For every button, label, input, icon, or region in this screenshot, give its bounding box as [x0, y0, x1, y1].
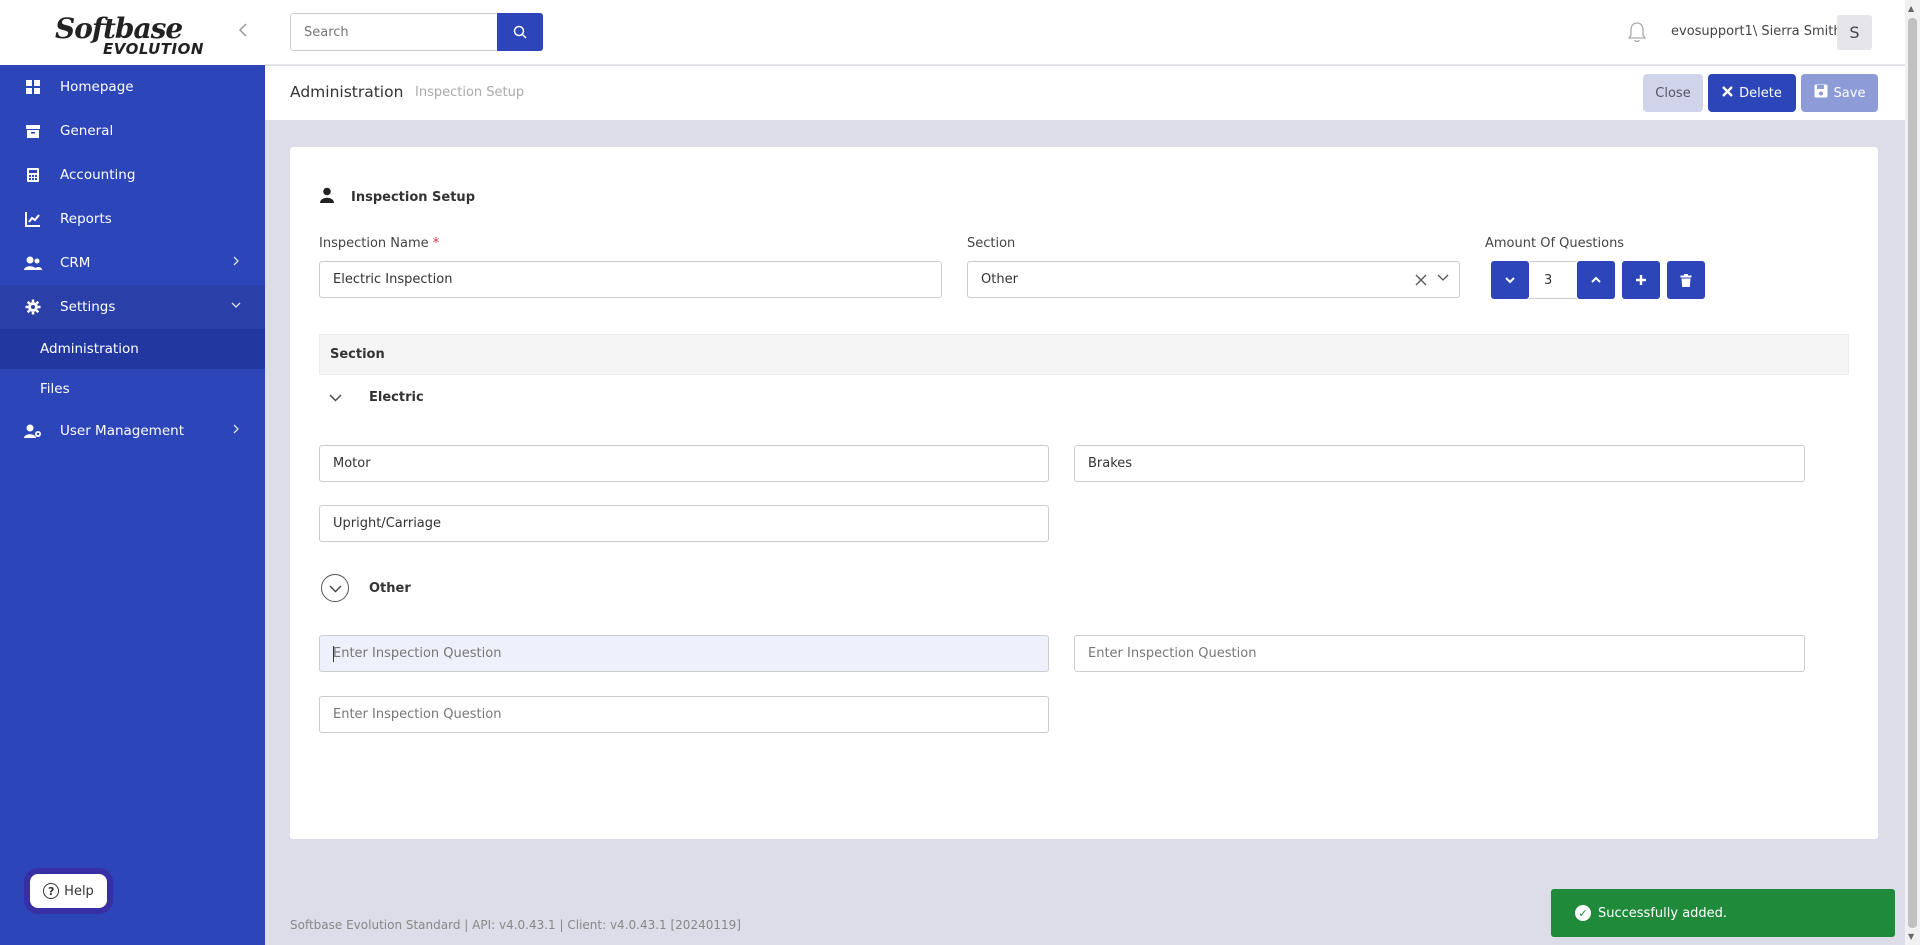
increment-button[interactable] [1577, 261, 1615, 299]
chevron-down-icon [231, 299, 241, 313]
sidebar-item-administration[interactable]: Administration [0, 329, 265, 369]
close-icon [1722, 85, 1733, 101]
card-title: Inspection Setup [319, 187, 475, 207]
users-icon [24, 254, 42, 272]
success-toast[interactable]: ✓ Successfully added. [1551, 889, 1895, 937]
floppy-disk-icon [1814, 84, 1828, 102]
sidebar-item-label: User Management [60, 423, 184, 439]
user-name[interactable]: evosupport1\ Sierra Smith [1671, 24, 1842, 39]
chart-line-icon [24, 210, 42, 228]
user-icon [319, 187, 335, 207]
card-title-text: Inspection Setup [351, 189, 475, 205]
section-table-header: Section [319, 334, 1849, 375]
scroll-down-icon[interactable]: ▼ [1908, 932, 1914, 941]
question-input[interactable]: Motor [319, 445, 1049, 482]
top-header: evosupport1\ Sierra Smith S [265, 0, 1905, 65]
check-circle-icon: ✓ [1575, 905, 1591, 921]
help-button[interactable]: ? Help [30, 874, 107, 908]
grid-icon [24, 78, 42, 96]
chevron-down-icon [329, 585, 341, 592]
sidebar-item-label: Files [40, 381, 70, 397]
question-input[interactable]: Enter Inspection Question [319, 635, 1049, 672]
sidebar-item-general[interactable]: General [0, 109, 265, 153]
sidebar-item-files[interactable]: Files [0, 369, 265, 409]
scrollbar-thumb[interactable] [1908, 18, 1917, 928]
user-cog-icon [24, 422, 42, 440]
sidebar-nav: Homepage General Accounting Reports CRM [0, 65, 265, 453]
sidebar-item-label: Accounting [60, 167, 136, 183]
remove-button[interactable] [1667, 261, 1705, 299]
breadcrumb-bar: Administration Inspection Setup Close De… [265, 66, 1905, 120]
calculator-icon [24, 166, 42, 184]
breadcrumb-main[interactable]: Administration [290, 83, 403, 101]
search-button[interactable] [497, 13, 543, 51]
inspection-setup-card: Inspection Setup Inspection Name * Elect… [290, 147, 1878, 839]
chevron-right-icon [231, 255, 241, 269]
sidebar-item-label: Administration [40, 341, 139, 357]
amount-of-questions-input[interactable]: 3 [1529, 261, 1577, 299]
group-label-electric: Electric [369, 390, 424, 405]
archive-icon [24, 122, 42, 140]
amount-of-questions-label: Amount Of Questions [1485, 236, 1625, 251]
question-input[interactable]: Brakes [1074, 445, 1805, 482]
sidebar-item-crm[interactable]: CRM [0, 241, 265, 285]
section-select-value: Other [981, 272, 1018, 287]
decrement-button[interactable] [1491, 261, 1529, 299]
chevron-up-icon [1591, 276, 1601, 283]
softbase-logo: Softbase EVOLUTION [55, 12, 205, 58]
add-button[interactable] [1622, 261, 1660, 299]
sidebar-item-label: General [60, 123, 114, 139]
save-button[interactable]: Save [1801, 74, 1878, 112]
sidebar-item-label: Reports [60, 211, 112, 227]
trash-icon [1680, 273, 1692, 287]
question-input[interactable]: Upright/Carriage [319, 505, 1049, 542]
save-button-label: Save [1833, 85, 1866, 101]
section-select[interactable]: Other [967, 261, 1460, 298]
gear-icon [24, 298, 42, 316]
search-icon [513, 25, 527, 39]
clear-icon[interactable] [1415, 271, 1427, 290]
bell-icon[interactable] [1627, 21, 1649, 43]
chevron-right-icon [231, 423, 241, 437]
delete-button[interactable]: Delete [1708, 74, 1796, 112]
delete-button-label: Delete [1739, 85, 1782, 101]
sidebar-item-label: CRM [60, 255, 91, 271]
chevron-down-icon[interactable] [1437, 271, 1449, 287]
section-label: Section [967, 236, 1016, 251]
chevron-down-icon [1505, 277, 1515, 284]
scroll-up-icon[interactable]: ▲ [1908, 4, 1914, 13]
version-footer: Softbase Evolution Standard | API: v4.0.… [290, 918, 741, 932]
collapse-electric-toggle[interactable] [321, 383, 349, 411]
required-mark: * [432, 236, 440, 251]
question-input[interactable]: Enter Inspection Question [1074, 635, 1805, 672]
close-button[interactable]: Close [1643, 74, 1703, 112]
logo-area: Softbase EVOLUTION [0, 0, 265, 65]
logo-text-sub: EVOLUTION [103, 40, 204, 58]
chevron-down-icon [329, 394, 341, 401]
sidebar-item-accounting[interactable]: Accounting [0, 153, 265, 197]
breadcrumb-current: Inspection Setup [415, 85, 525, 100]
label-text: Inspection Name [319, 236, 429, 251]
sidebar-item-reports[interactable]: Reports [0, 197, 265, 241]
search-input[interactable] [290, 13, 496, 51]
sidebar-item-label: Homepage [60, 79, 134, 95]
sidebar: Softbase EVOLUTION Homepage General Acco… [0, 0, 265, 945]
close-button-label: Close [1655, 85, 1691, 101]
group-label-other: Other [369, 581, 411, 596]
sidebar-item-settings[interactable]: Settings [0, 285, 265, 329]
question-circle-icon: ? [43, 883, 60, 899]
plus-icon [1636, 275, 1646, 285]
sidebar-item-label: Settings [60, 299, 116, 315]
sidebar-item-user-management[interactable]: User Management [0, 409, 265, 453]
sidebar-item-homepage[interactable]: Homepage [0, 65, 265, 109]
question-input[interactable]: Enter Inspection Question [319, 696, 1049, 733]
avatar[interactable]: S [1837, 15, 1872, 50]
collapse-other-toggle[interactable] [321, 574, 349, 602]
inspection-name-input[interactable]: Electric Inspection [319, 261, 942, 298]
toast-message: Successfully added. [1598, 905, 1728, 921]
collapse-sidebar-icon[interactable] [236, 22, 256, 42]
inspection-name-label: Inspection Name * [319, 236, 439, 251]
help-label: Help [64, 883, 94, 899]
